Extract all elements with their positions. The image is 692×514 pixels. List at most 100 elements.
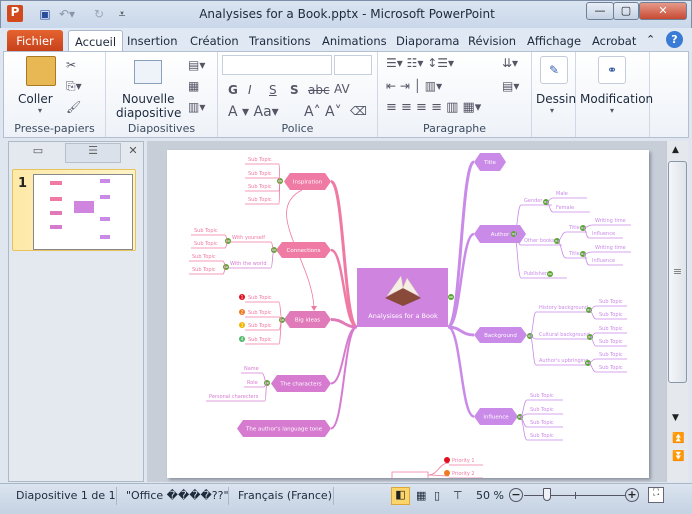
zoom-out-button[interactable]: − <box>509 488 523 502</box>
sub-topic[interactable]: Sub Topic <box>530 433 554 439</box>
node-connections-label[interactable]: Connections <box>287 248 321 254</box>
sub-topic[interactable]: Sub Topic <box>248 171 272 177</box>
sub-topic[interactable]: Sub Topic <box>248 310 272 316</box>
node-language-tone-label[interactable]: The author's language tone <box>245 427 323 433</box>
zoom-slider-thumb[interactable] <box>542 488 551 501</box>
priority-number[interactable]: 1 <box>241 295 244 300</box>
sub-topic[interactable]: Sub Topic <box>194 228 218 234</box>
sub-topic[interactable]: Male <box>556 191 568 197</box>
italic-button[interactable]: I <box>248 83 252 97</box>
scroll-down-icon[interactable]: ▼ <box>672 413 679 423</box>
sub-topic[interactable]: Writing time <box>595 218 626 224</box>
sub-topic[interactable]: Name <box>244 366 259 372</box>
tab-animations[interactable]: Animations <box>316 30 393 52</box>
sub-topic[interactable]: Title <box>568 251 580 257</box>
sub-topic[interactable]: Gender <box>524 198 543 204</box>
copy-icon[interactable]: ⎘▾ <box>66 79 82 94</box>
node-inspiration-label[interactable]: Inspiration <box>293 180 323 186</box>
language-status[interactable]: Français (France) <box>238 489 332 502</box>
new-slide-label[interactable]: Nouvelle <box>122 92 174 106</box>
bold-button[interactable]: G <box>228 83 238 97</box>
character-spacing-button[interactable]: AV <box>334 82 350 96</box>
vertical-scrollbar[interactable]: ▲ ≡ ▼ ⏫ ⏬ <box>666 141 688 482</box>
sub-topic[interactable]: Publisher <box>524 271 548 277</box>
node-title-label[interactable]: Title <box>483 160 496 166</box>
priority-number[interactable]: 2 <box>241 310 244 315</box>
priority-number[interactable]: 4 <box>241 337 244 342</box>
drawing-icon[interactable]: ✎ <box>540 56 568 84</box>
bullets-icon[interactable]: ☰▾ ☷▾ ↕☰▾ <box>386 56 454 70</box>
sub-topic[interactable]: Sub Topic <box>599 365 623 371</box>
sub-topic[interactable]: Writing time <box>595 245 626 251</box>
shadow-button[interactable]: S <box>290 83 299 97</box>
sub-topic[interactable]: Sub Topic <box>599 312 623 318</box>
binoculars-icon[interactable]: ⚭ <box>598 56 626 84</box>
help-icon[interactable]: ? <box>666 31 683 48</box>
sub-topic[interactable]: Sub Topic <box>530 407 554 413</box>
sub-topic[interactable]: Other books <box>524 238 555 244</box>
cut-icon[interactable]: ✂ <box>66 58 76 72</box>
sub-topic[interactable]: Influence <box>592 231 615 237</box>
central-topic-label[interactable]: Analysises for a Book <box>368 312 438 320</box>
reading-view-icon[interactable]: ▯ <box>434 489 440 502</box>
tab-revision[interactable]: Révision <box>462 30 522 52</box>
zoom-level[interactable]: 50 % <box>476 489 504 502</box>
slideshow-icon[interactable]: ⊤ <box>453 489 463 502</box>
indent-icons[interactable]: ⇤ ⇥ │ ▥▾ <box>386 79 442 93</box>
format-painter-icon[interactable]: 🖌 <box>66 100 81 114</box>
scroll-up-icon[interactable]: ▲ <box>672 145 679 155</box>
sub-topic[interactable]: Sub Topic <box>248 337 272 343</box>
scroll-thumb[interactable]: ≡ <box>668 161 687 383</box>
sub-topic[interactable]: Sub Topic <box>530 420 554 426</box>
editing-dropdown-icon[interactable]: ▾ <box>610 106 614 115</box>
priority-number[interactable]: 3 <box>241 323 244 328</box>
sub-topic[interactable]: Sub Topic <box>248 323 272 329</box>
paste-dropdown-icon[interactable]: ▾ <box>38 106 42 115</box>
sub-topic[interactable]: Influence <box>592 258 615 264</box>
sub-topic[interactable]: Sub Topic <box>192 254 216 260</box>
tab-diaporama[interactable]: Diaporama <box>390 30 465 52</box>
alignment-icons[interactable]: ≡ ≡ ≡ ≡ ▥ ▦▾ <box>386 100 481 115</box>
fit-to-window-button[interactable]: ⛶ <box>648 487 664 503</box>
slide-sorter-icon[interactable]: ▦ <box>416 489 426 502</box>
sub-topic[interactable]: Sub Topic <box>192 267 216 273</box>
tab-accueil[interactable]: Accueil <box>68 30 124 52</box>
node-characters-label[interactable]: The characters <box>279 382 321 388</box>
align-text-icon[interactable]: ▤▾ <box>502 79 519 93</box>
drawing-button-label[interactable]: Dessin <box>536 92 576 106</box>
minimize-ribbon-icon[interactable]: ⌃ <box>646 33 655 46</box>
sub-topic[interactable]: Title <box>568 225 580 231</box>
sub-topic[interactable]: Sub Topic <box>530 393 554 399</box>
zoom-in-button[interactable]: + <box>625 488 639 502</box>
sub-topic[interactable]: History background <box>539 305 588 311</box>
sub-topic[interactable]: Priority 2 <box>452 471 475 477</box>
sub-topic[interactable]: With the world <box>230 261 267 267</box>
sub-topic[interactable]: Sub Topic <box>599 299 623 305</box>
sub-topic[interactable]: Sub Topic <box>194 241 218 247</box>
node-background-label[interactable]: Background <box>484 333 517 339</box>
text-direction-icon[interactable]: ⇊▾ <box>502 56 518 70</box>
font-color-icon[interactable]: A ▾ Aa▾ <box>228 104 279 120</box>
sub-topic[interactable]: Sub Topic <box>599 326 623 332</box>
reset-icon[interactable]: ▦ <box>188 79 199 93</box>
clear-format-icon[interactable]: ⌫ <box>350 104 367 118</box>
font-name-combo[interactable] <box>222 55 332 75</box>
close-pane-icon[interactable]: ✕ <box>123 144 143 157</box>
previous-slide-icon[interactable]: ⏫ <box>672 433 684 444</box>
tab-affichage[interactable]: Affichage <box>521 30 587 52</box>
node-influence-label[interactable]: Influence <box>483 415 509 421</box>
tab-transitions[interactable]: Transitions <box>243 30 317 52</box>
editing-button-label[interactable]: Modification <box>580 92 653 106</box>
sub-topic[interactable]: Sub Topic <box>599 352 623 358</box>
tab-fichier[interactable]: Fichier <box>7 30 63 52</box>
sub-topic[interactable]: Sub Topic <box>248 184 272 190</box>
tab-creation[interactable]: Création <box>184 30 245 52</box>
layout-icon[interactable]: ▤▾ <box>188 58 205 72</box>
paste-button-label[interactable]: Coller <box>18 92 53 106</box>
sub-topic[interactable]: Priority 1 <box>452 458 475 464</box>
maximize-button[interactable]: ▢ <box>613 2 639 20</box>
sub-topic[interactable]: Sub Topic <box>248 157 272 163</box>
strikethrough-button[interactable]: abc <box>308 83 330 97</box>
drawing-dropdown-icon[interactable]: ▾ <box>550 106 554 115</box>
outline-tab[interactable]: ☰ <box>65 143 121 163</box>
